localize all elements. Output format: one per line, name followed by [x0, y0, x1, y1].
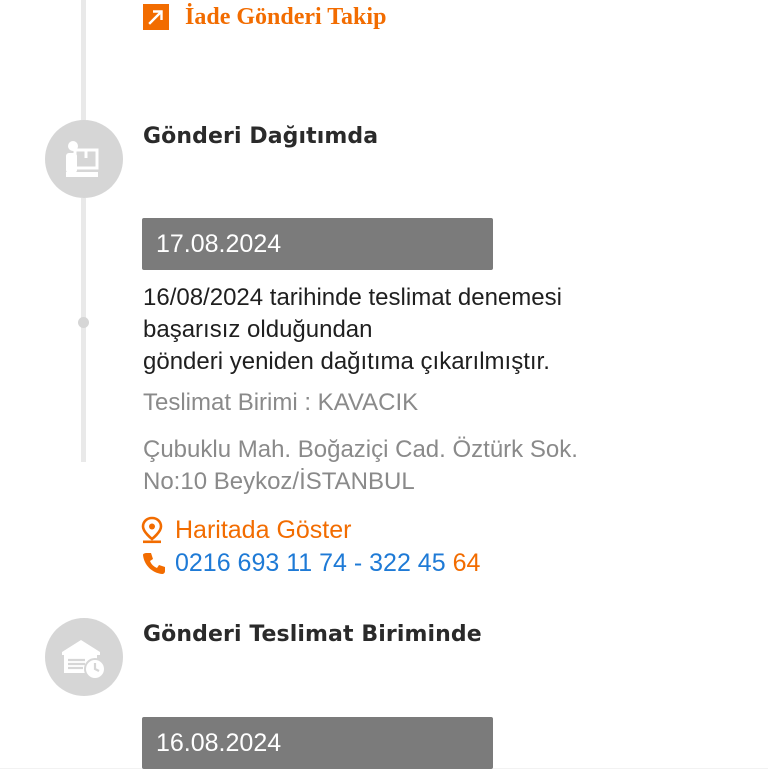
- step-title: Gönderi Dağıtımda: [143, 124, 379, 149]
- tracking-card-inner: [14, 0, 758, 768]
- timeline-dot: [78, 317, 89, 328]
- show-on-map-label: Haritada Göster: [175, 515, 352, 544]
- external-arrow-icon: [143, 4, 169, 30]
- description-line: gönderi yeniden dağıtıma çıkarılmıştır.: [143, 348, 550, 375]
- phone-number-link[interactable]: 0216 693 11 74 - 322 45 64: [175, 549, 480, 578]
- timeline-line-top: [81, 0, 86, 122]
- phone-number-main: 0216 693 11 74 - 322 45: [175, 548, 453, 577]
- description-line: başarısız olduğundan: [143, 316, 373, 343]
- delivery-unit: Teslimat Birimi : KAVACIK: [143, 389, 419, 416]
- step-date-bar: 16.08.2024: [142, 717, 493, 769]
- phone-icon: [143, 553, 165, 574]
- step-title: Gönderi Teslimat Biriminde: [143, 622, 482, 647]
- branch-clock-icon: [62, 640, 106, 680]
- step-description: 16/08/2024 tarihinde teslimat denemesi b…: [143, 282, 562, 378]
- courier-package-icon: [66, 141, 99, 177]
- step-status-circle: [45, 120, 123, 198]
- address-line: No:10 Beykoz/İSTANBUL: [143, 468, 415, 495]
- show-on-map-link[interactable]: Haritada Göster: [141, 514, 351, 546]
- step-date-bar: 17.08.2024: [142, 218, 493, 270]
- return-tracking-link[interactable]: İade Gönderi Takip: [143, 2, 386, 32]
- step-status-circle: [45, 618, 123, 696]
- return-tracking-label: İade Gönderi Takip: [185, 3, 387, 30]
- unit-address: Çubuklu Mah. Boğaziçi Cad. Öztürk Sok. N…: [143, 434, 578, 498]
- description-line: 16/08/2024 tarihinde teslimat denemesi: [143, 284, 562, 311]
- address-line: Çubuklu Mah. Boğaziçi Cad. Öztürk Sok.: [143, 436, 578, 463]
- timeline-line-middle: [81, 198, 86, 462]
- map-pin-icon: [141, 516, 163, 544]
- phone-row: 0216 693 11 74 - 322 45 64: [141, 547, 480, 579]
- phone-number-tail: 64: [452, 548, 481, 577]
